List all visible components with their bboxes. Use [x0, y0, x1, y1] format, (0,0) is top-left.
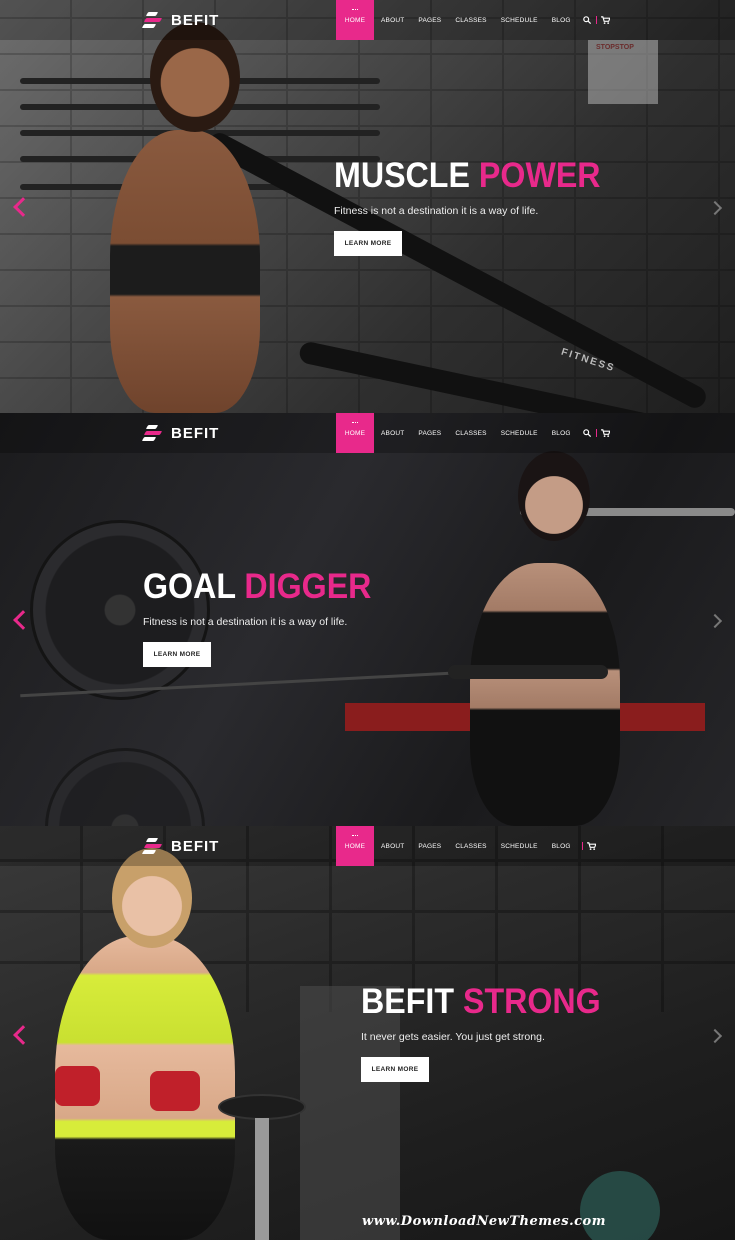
- hero-title-main: BEFIT: [361, 982, 455, 1021]
- nav-divider: [595, 16, 597, 24]
- befit-bolt-logo-icon: [141, 422, 165, 444]
- logo-text: BEFIT: [171, 837, 220, 855]
- nav-item-blog[interactable]: BLOG: [545, 413, 578, 453]
- next-slide-arrow-icon[interactable]: [707, 1028, 723, 1044]
- nav-item-blog[interactable]: BLOG: [545, 0, 578, 40]
- main-navigation: BEFIT HOME ABOUT PAGES CLASSES SCHEDULE …: [0, 0, 735, 40]
- nav-item-classes[interactable]: CLASSES: [448, 0, 493, 40]
- hero-subtitle: Fitness is not a destination it is a way…: [334, 205, 539, 217]
- hero-subtitle: Fitness is not a destination it is a way…: [143, 616, 348, 628]
- dumbbell-plate: [218, 1094, 306, 1120]
- nav-item-home[interactable]: HOME: [336, 413, 374, 453]
- hero-title-accent: DIGGER: [244, 567, 372, 606]
- nav-item-blog[interactable]: BLOG: [545, 826, 578, 866]
- nav-item-classes[interactable]: CLASSES: [448, 826, 493, 866]
- nav-divider: [595, 429, 597, 437]
- nav-divider: [581, 842, 583, 850]
- hero-title: BEFIT STRONG: [361, 984, 601, 1019]
- logo-text: BEFIT: [171, 424, 220, 442]
- site-logo[interactable]: BEFIT: [141, 422, 220, 444]
- cart-icon[interactable]: [587, 841, 597, 851]
- athlete-head: [518, 451, 590, 541]
- hero-content: BEFIT STRONG It never gets easier. You j…: [361, 984, 622, 1082]
- weight-plate: [580, 1171, 660, 1240]
- prev-slide-arrow-icon[interactable]: [13, 1025, 33, 1045]
- nav-item-home[interactable]: HOME: [336, 826, 374, 866]
- nav-item-about[interactable]: ABOUT: [374, 413, 411, 453]
- hero-title-main: GOAL: [143, 567, 236, 606]
- nav-item-pages[interactable]: PAGES: [411, 826, 448, 866]
- site-logo[interactable]: BEFIT: [141, 9, 220, 31]
- nav-icons: [582, 413, 611, 453]
- hero-title-accent: STRONG: [462, 982, 601, 1021]
- hero-content: GOAL DIGGER Fitness is not a destination…: [143, 569, 391, 667]
- search-icon[interactable]: [582, 15, 592, 25]
- main-navigation: BEFIT HOME ABOUT PAGES CLASSES SCHEDULE …: [0, 826, 735, 866]
- hero-title: MUSCLE POWER: [334, 158, 601, 193]
- hero-slide-muscle-power: STOPSTOP FITNESS BEFIT HOME ABOUT PAGES …: [0, 0, 735, 413]
- befit-bolt-logo-icon: [141, 835, 165, 857]
- nav-item-about[interactable]: ABOUT: [374, 826, 411, 866]
- nav-item-schedule[interactable]: SCHEDULE: [494, 0, 545, 40]
- nav-item-schedule[interactable]: SCHEDULE: [494, 826, 545, 866]
- rowing-handle: [448, 665, 608, 679]
- watermark-text: www.DownloadNewThemes.com: [362, 1214, 606, 1229]
- cart-icon[interactable]: [601, 15, 611, 25]
- hero-slide-goal-digger: BEFIT HOME ABOUT PAGES CLASSES SCHEDULE …: [0, 413, 735, 826]
- learn-more-button[interactable]: LEARN MORE: [143, 642, 211, 667]
- nav-menu: HOME ABOUT PAGES CLASSES SCHEDULE BLOG: [336, 826, 597, 866]
- nav-item-about[interactable]: ABOUT: [374, 0, 411, 40]
- dumbbell-bar: [255, 1118, 269, 1240]
- site-logo[interactable]: BEFIT: [141, 835, 220, 857]
- hero-title: GOAL DIGGER: [143, 569, 371, 604]
- nav-menu: HOME ABOUT PAGES CLASSES SCHEDULE BLOG: [336, 413, 611, 453]
- logo-text: BEFIT: [171, 11, 220, 29]
- learn-more-button[interactable]: LEARN MORE: [334, 231, 402, 256]
- hero-title-accent: POWER: [478, 156, 601, 195]
- athlete-woman-figure: [110, 130, 260, 413]
- nav-item-pages[interactable]: PAGES: [411, 0, 448, 40]
- nav-item-schedule[interactable]: SCHEDULE: [494, 413, 545, 453]
- next-slide-arrow-icon[interactable]: [707, 613, 723, 629]
- nav-menu: HOME ABOUT PAGES CLASSES SCHEDULE BLOG: [336, 0, 611, 40]
- main-navigation: BEFIT HOME ABOUT PAGES CLASSES SCHEDULE …: [0, 413, 735, 453]
- nav-item-pages[interactable]: PAGES: [411, 413, 448, 453]
- cart-icon[interactable]: [601, 428, 611, 438]
- nav-item-classes[interactable]: CLASSES: [448, 413, 493, 453]
- wall-sign: STOPSTOP: [588, 40, 658, 104]
- learn-more-button[interactable]: LEARN MORE: [361, 1057, 429, 1082]
- red-glove: [55, 1066, 100, 1106]
- hero-title-main: MUSCLE: [334, 156, 470, 195]
- wall-sign-text: STOPSTOP: [596, 44, 634, 51]
- nav-item-home[interactable]: HOME: [336, 0, 374, 40]
- athlete-woman-figure: [470, 563, 620, 826]
- hero-content: MUSCLE POWER Fitness is not a destinatio…: [334, 158, 624, 256]
- befit-bolt-logo-icon: [141, 9, 165, 31]
- weight-plate: [45, 748, 205, 826]
- hero-slide-befit-strong: BEFIT HOME ABOUT PAGES CLASSES SCHEDULE …: [0, 826, 735, 1240]
- nav-icons: [582, 0, 611, 40]
- hero-subtitle: It never gets easier. You just get stron…: [361, 1031, 545, 1043]
- search-icon[interactable]: [582, 428, 592, 438]
- red-glove: [150, 1071, 200, 1111]
- nav-icons: [581, 826, 597, 866]
